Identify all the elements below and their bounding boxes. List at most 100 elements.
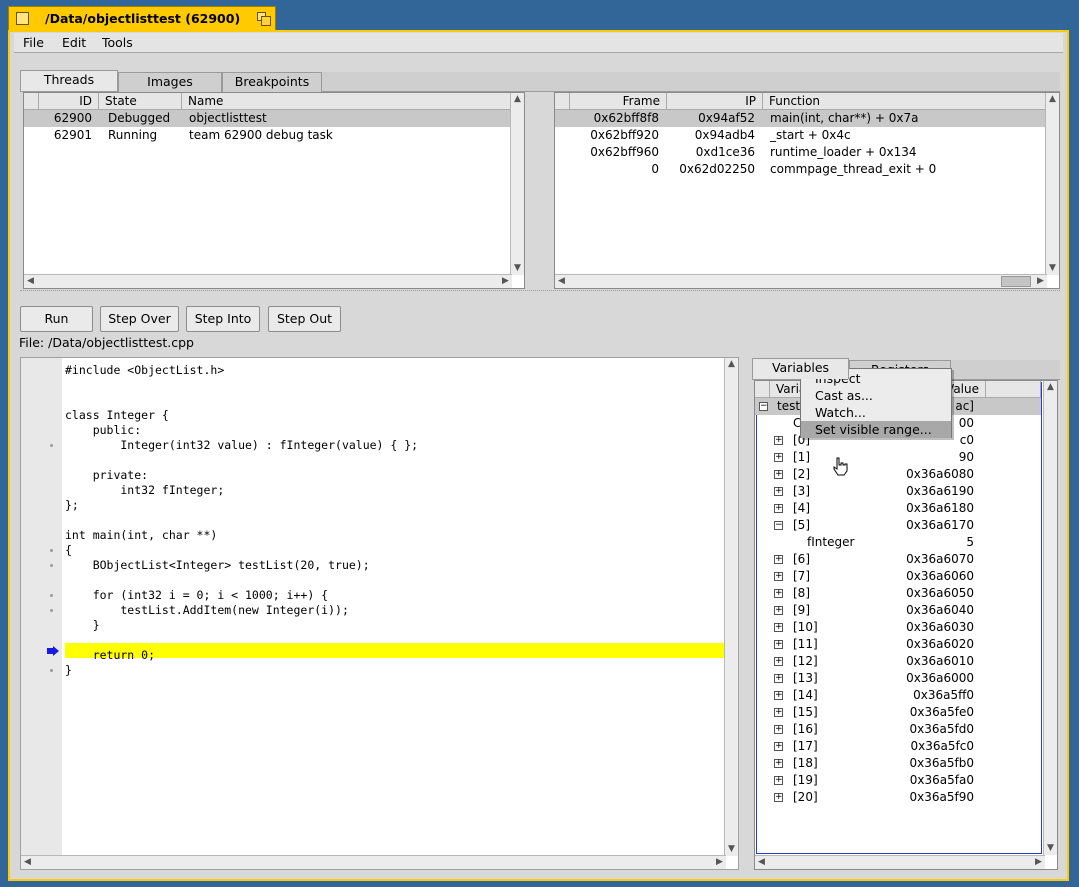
tab-images[interactable]: Images [118, 72, 222, 92]
scroll-down-icon[interactable]: ▼ [1044, 842, 1057, 855]
variable-row[interactable]: + [16] 0x36a5fd0 [755, 721, 1041, 738]
variable-row[interactable]: − [5] 0x36a6170 [755, 517, 1041, 534]
variable-row[interactable]: + [11] 0x36a6020 [755, 636, 1041, 653]
variable-row[interactable]: + [3] 0x36a6190 [755, 483, 1041, 500]
col-ip[interactable]: IP [667, 93, 763, 110]
variable-row[interactable]: + [6] 0x36a6070 [755, 551, 1041, 568]
scroll-down-icon[interactable]: ▼ [511, 262, 524, 275]
splitter[interactable] [20, 290, 1060, 292]
expand-icon[interactable]: + [774, 776, 783, 785]
col-state[interactable]: State [99, 93, 182, 110]
variables-hscroll[interactable]: ◀ ▶ [755, 855, 1045, 869]
expand-icon[interactable]: + [774, 589, 783, 598]
variable-row[interactable]: fInteger 5 [755, 534, 1041, 551]
breakpoint-marker-icon[interactable] [50, 594, 53, 597]
breakpoint-marker-icon[interactable] [50, 564, 53, 567]
expand-icon[interactable]: + [774, 572, 783, 581]
scroll-right-icon[interactable]: ▶ [1032, 856, 1045, 869]
col-id[interactable]: ID [39, 93, 99, 110]
variable-row[interactable]: + [7] 0x36a6060 [755, 568, 1041, 585]
expand-icon[interactable]: + [774, 725, 783, 734]
scroll-left-icon[interactable]: ◀ [555, 275, 568, 288]
expand-icon[interactable]: + [774, 606, 783, 615]
variable-row[interactable]: + [9] 0x36a6040 [755, 602, 1041, 619]
variable-row[interactable]: + [1] 90 [755, 449, 1041, 466]
thread-row[interactable]: 62901 Running team 62900 debug task [24, 127, 512, 144]
expand-icon[interactable]: + [774, 470, 783, 479]
step-over-button[interactable]: Step Over [100, 306, 179, 332]
variable-row[interactable]: + [19] 0x36a5fa0 [755, 772, 1041, 789]
tab-variables[interactable]: Variables [752, 358, 849, 379]
breakpoint-marker-icon[interactable] [50, 669, 53, 672]
window-title-tab[interactable]: /Data/objectlisttest (62900) [8, 6, 276, 30]
variables-vscroll[interactable]: ▲ ▼ [1043, 381, 1057, 855]
breakpoint-marker-icon[interactable] [50, 609, 53, 612]
stack-vscroll[interactable]: ▲ ▼ [1045, 93, 1059, 275]
step-into-button[interactable]: Step Into [186, 306, 260, 332]
menu-file[interactable]: File [23, 35, 44, 50]
menu-set-visible-range[interactable]: Set visible range... [801, 421, 951, 438]
tab-threads[interactable]: Threads [20, 70, 118, 91]
col-frame[interactable]: Frame [570, 93, 667, 110]
variable-row[interactable]: + [20] 0x36a5f90 [755, 789, 1041, 806]
variable-row[interactable]: + [18] 0x36a5fb0 [755, 755, 1041, 772]
run-button[interactable]: Run [20, 306, 93, 332]
expand-icon[interactable]: + [774, 436, 783, 445]
expand-icon[interactable]: + [774, 708, 783, 717]
expand-icon[interactable]: + [774, 453, 783, 462]
variable-row[interactable]: + [14] 0x36a5ff0 [755, 687, 1041, 704]
variable-row[interactable]: + [12] 0x36a6010 [755, 653, 1041, 670]
variable-row[interactable]: + [17] 0x36a5fc0 [755, 738, 1041, 755]
expand-icon[interactable]: + [774, 555, 783, 564]
scroll-down-icon[interactable]: ▼ [725, 843, 738, 856]
step-out-button[interactable]: Step Out [268, 306, 341, 332]
variable-row[interactable]: + [8] 0x36a6050 [755, 585, 1041, 602]
tab-breakpoints[interactable]: Breakpoints [222, 72, 322, 92]
expand-icon[interactable]: + [774, 640, 783, 649]
scroll-right-icon[interactable]: ▶ [499, 275, 512, 288]
variable-row[interactable]: + [13] 0x36a6000 [755, 670, 1041, 687]
stack-frame-row[interactable]: 0 0x62d02250 commpage_thread_exit + 0 [555, 161, 1047, 178]
scroll-left-icon[interactable]: ◀ [24, 275, 37, 288]
menu-watch[interactable]: Watch... [801, 404, 951, 421]
expand-icon[interactable]: + [774, 759, 783, 768]
close-box-icon[interactable] [16, 12, 29, 25]
scroll-left-icon[interactable]: ◀ [21, 856, 34, 869]
col-function[interactable]: Function [763, 93, 1047, 110]
zoom-box-icon[interactable] [257, 12, 271, 26]
source-view[interactable]: #include <ObjectList.h> class Integer { p… [20, 357, 739, 870]
collapse-icon[interactable]: − [759, 402, 768, 411]
thread-row[interactable]: 62900 Debugged objectlisttest [24, 110, 512, 127]
source-gutter[interactable] [21, 358, 62, 856]
expand-icon[interactable]: + [774, 487, 783, 496]
menu-edit[interactable]: Edit [62, 35, 86, 50]
scroll-right-icon[interactable]: ▶ [713, 856, 726, 869]
stack-frame-row[interactable]: 0x62bff920 0x94adb4 _start + 0x4c [555, 127, 1047, 144]
source-hscroll[interactable]: ◀ ▶ [21, 855, 726, 869]
threads-vscroll[interactable]: ▲ ▼ [510, 93, 524, 275]
source-vscroll[interactable]: ▲ ▼ [724, 358, 738, 856]
scroll-right-icon[interactable]: ▶ [1034, 275, 1047, 288]
expand-icon[interactable]: + [774, 623, 783, 632]
scroll-down-icon[interactable]: ▼ [1046, 262, 1059, 275]
scroll-thumb[interactable] [1001, 276, 1031, 287]
expand-icon[interactable]: + [774, 504, 783, 513]
variable-row[interactable]: + [15] 0x36a5fe0 [755, 704, 1041, 721]
stack-hscroll[interactable]: ◀ ▶ [555, 274, 1047, 288]
scroll-up-icon[interactable]: ▲ [511, 93, 524, 106]
menu-tools[interactable]: Tools [102, 35, 133, 50]
variable-row[interactable]: + [2] 0x36a6080 [755, 466, 1041, 483]
breakpoint-marker-icon[interactable] [50, 549, 53, 552]
scroll-up-icon[interactable]: ▲ [1044, 381, 1057, 394]
stack-frame-row[interactable]: 0x62bff960 0xd1ce36 runtime_loader + 0x1… [555, 144, 1047, 161]
breakpoint-marker-icon[interactable] [50, 444, 53, 447]
menu-cast-as[interactable]: Cast as... [801, 387, 951, 404]
scroll-up-icon[interactable]: ▲ [725, 358, 738, 371]
threads-hscroll[interactable]: ◀ ▶ [24, 274, 512, 288]
expand-icon[interactable]: + [774, 657, 783, 666]
variable-row[interactable]: + [10] 0x36a6030 [755, 619, 1041, 636]
scroll-left-icon[interactable]: ◀ [755, 856, 768, 869]
expand-icon[interactable]: + [774, 674, 783, 683]
expand-icon[interactable]: + [774, 793, 783, 802]
stack-frame-row[interactable]: 0x62bff8f8 0x94af52 main(int, char**) + … [555, 110, 1047, 127]
